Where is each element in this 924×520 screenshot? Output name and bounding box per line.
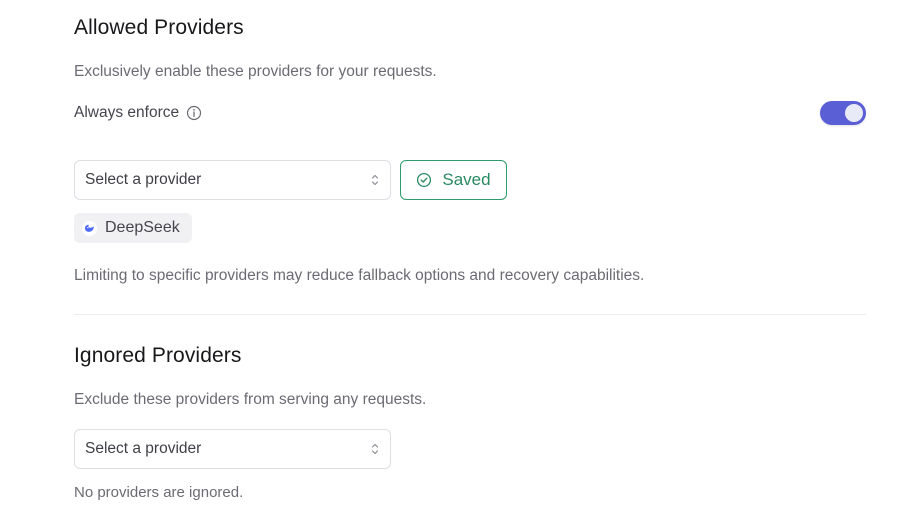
provider-chip-label: DeepSeek [105,219,180,236]
deepseek-logo-icon [82,220,97,236]
saved-button[interactable]: Saved [400,160,507,200]
chevron-up-down-icon [370,442,380,456]
always-enforce-toggle[interactable] [820,101,866,125]
chevron-up-down-icon [370,173,380,187]
ignored-provider-select-value: Select a provider [85,440,202,457]
ignored-provider-select[interactable]: Select a provider [74,429,391,469]
check-circle-icon [416,172,432,188]
allowed-provider-select-value: Select a provider [85,171,202,188]
allowed-providers-title: Allowed Providers [74,16,244,39]
provider-chip-deepseek[interactable]: DeepSeek [74,213,192,243]
settings-panel: Allowed Providers Exclusively enable the… [0,0,924,520]
info-circle-icon[interactable] [186,105,202,121]
saved-button-label: Saved [442,170,491,189]
section-divider [74,314,866,315]
allowed-providers-description: Exclusively enable these providers for y… [74,63,437,80]
ignored-providers-description: Exclude these providers from serving any… [74,391,427,408]
always-enforce-label: Always enforce [74,104,180,121]
always-enforce-row: Always enforce [74,104,202,122]
ignored-providers-title: Ignored Providers [74,344,242,367]
allowed-providers-warning: Limiting to specific providers may reduc… [74,267,645,284]
ignored-providers-empty-text: No providers are ignored. [74,484,244,501]
toggle-knob [845,104,863,122]
allowed-provider-select[interactable]: Select a provider [74,160,391,200]
